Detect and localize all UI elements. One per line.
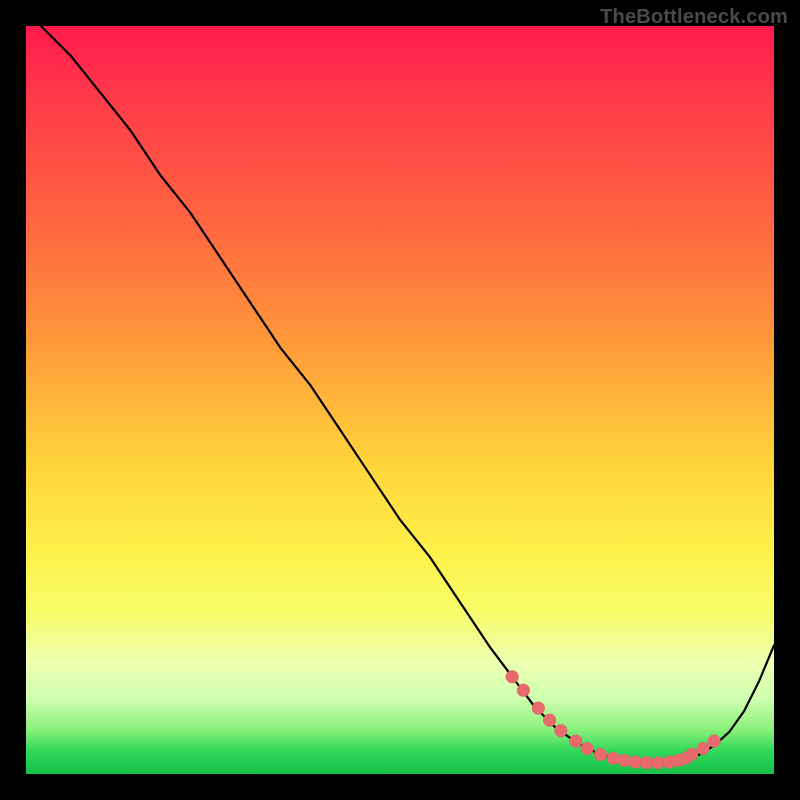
data-marker	[594, 748, 607, 761]
watermark-text: TheBottleneck.com	[600, 6, 788, 29]
data-marker	[517, 684, 530, 697]
data-marker	[569, 735, 582, 748]
data-marker	[532, 702, 545, 715]
data-marker	[618, 754, 631, 767]
data-marker	[581, 742, 594, 755]
data-marker	[506, 670, 519, 683]
data-marker	[708, 735, 721, 748]
bottleneck-curve	[41, 26, 774, 763]
data-marker	[543, 714, 556, 727]
chart-stage: TheBottleneck.com	[0, 0, 800, 800]
data-marker	[554, 724, 567, 737]
marker-group	[506, 670, 721, 769]
data-marker	[607, 752, 620, 765]
data-marker	[696, 742, 709, 755]
chart-plot-area	[26, 26, 774, 774]
data-marker	[685, 748, 698, 761]
chart-overlay-svg	[26, 26, 774, 774]
